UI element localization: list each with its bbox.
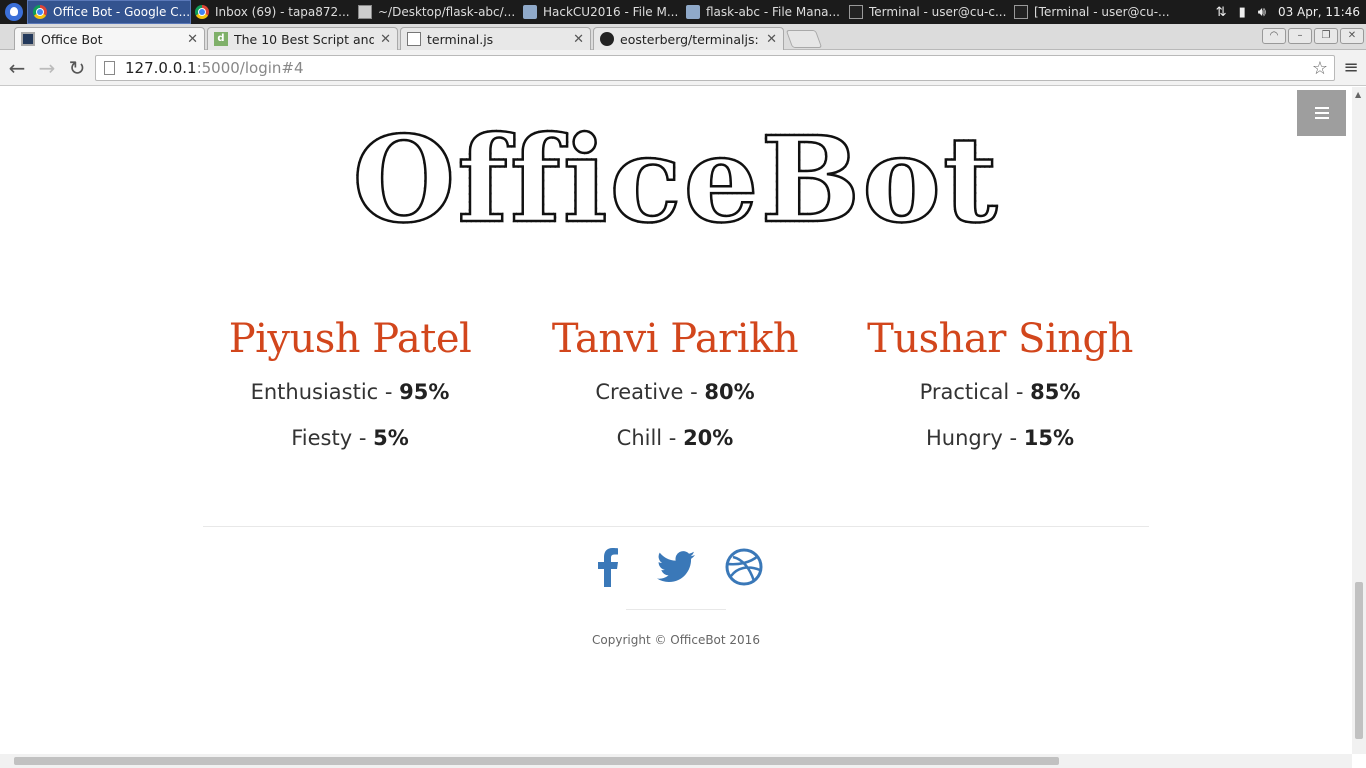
trait-line: Hungry - 15% (926, 426, 1074, 450)
terminal-icon (849, 5, 863, 19)
doc-favicon-icon (407, 32, 421, 46)
copyright-text: Copyright © OfficeBot 2016 (592, 633, 760, 647)
network-icon[interactable]: ⇅ (1216, 5, 1227, 20)
task-office-bot[interactable]: Office Bot - Google C... (27, 0, 191, 24)
start-menu-button[interactable] (0, 0, 28, 24)
url-path: :5000/login#4 (196, 59, 304, 77)
task-flask-folder[interactable]: flask-abc - File Mana... (681, 1, 844, 23)
back-arrow-icon: ← (8, 55, 26, 80)
tab-office-bot[interactable]: Office Bot ✕ (14, 27, 205, 50)
task-inbox[interactable]: Inbox (69) - tapa872... (190, 1, 353, 23)
page-viewport: OfficeBot Piyush Patel Enthusiastic - 95… (0, 87, 1352, 754)
vertical-scroll-thumb[interactable] (1355, 582, 1363, 739)
folder-icon (523, 5, 537, 19)
copyright-divider (626, 609, 726, 610)
browser-tabstrip: Office Bot✕ dThe 10 Best Script and H✕ t… (0, 24, 1366, 50)
trait-line: Fiesty - 5% (291, 426, 409, 450)
editor-icon (358, 5, 372, 19)
scroll-up-arrow-icon[interactable]: ▲ (1355, 90, 1361, 99)
team-member-name: Tushar Singh (867, 316, 1133, 362)
clock[interactable]: 03 Apr, 11:46 (1278, 5, 1360, 19)
bookmark-star-icon[interactable]: ☆ (1312, 58, 1328, 79)
close-tab-icon[interactable]: ✕ (380, 32, 391, 47)
footer-divider (203, 526, 1149, 527)
site-logo: OfficeBot (0, 105, 1352, 255)
user-icon[interactable]: ◠ (1262, 28, 1286, 44)
dribbble-icon[interactable] (725, 545, 763, 589)
close-tab-icon[interactable]: ✕ (766, 32, 777, 47)
tab-github-terminaljs[interactable]: eosterberg/terminaljs: t ✕ (593, 27, 784, 50)
d-favicon-icon: d (214, 32, 228, 46)
taskbar: Office Bot - Google C... Inbox (69) - ta… (0, 0, 1366, 24)
reload-icon: ↻ (68, 55, 86, 80)
trait-line: Chill - 20% (616, 426, 734, 450)
chrome-icon (195, 5, 209, 19)
window-controls: ◠ – ❐ ✕ (1262, 28, 1364, 44)
horizontal-scroll-thumb[interactable] (14, 757, 1059, 765)
forward-button[interactable]: → (32, 53, 62, 83)
trait-line: Enthusiastic - 95% (250, 380, 450, 404)
system-tray: ⇅ ▮ 🔊︎ 03 Apr, 11:46 (1216, 5, 1366, 20)
close-tab-icon[interactable]: ✕ (187, 32, 198, 47)
close-tab-icon[interactable]: ✕ (573, 32, 584, 47)
facebook-icon[interactable] (589, 545, 627, 589)
close-window-icon[interactable]: ✕ (1340, 28, 1364, 44)
team-member-name: Piyush Patel (228, 316, 472, 362)
tab-terminal-js[interactable]: terminal.js ✕ (400, 27, 591, 50)
page-icon (104, 61, 115, 75)
maximize-icon[interactable]: ❐ (1314, 28, 1338, 44)
url-host: 127.0.0.1 (125, 59, 197, 77)
address-bar[interactable]: 127.0.0.1:5000/login#4 ☆ (95, 55, 1335, 81)
minimize-icon[interactable]: – (1288, 28, 1312, 44)
browser-menu-icon[interactable]: ≡ (1340, 58, 1362, 78)
browser-toolbar: ← → ↻ 127.0.0.1:5000/login#4 ☆ ≡ (0, 50, 1366, 86)
team-member-card: Tanvi Parikh Creative - 80% Chill - 20% (515, 309, 835, 461)
forward-arrow-icon: → (38, 55, 56, 80)
battery-icon[interactable]: ▮ (1239, 5, 1246, 20)
task-terminal-1[interactable]: Terminal - user@cu-c... (844, 1, 1009, 23)
start-logo-icon (5, 3, 23, 21)
social-links (0, 545, 1352, 589)
team-member-card: Piyush Patel Enthusiastic - 95% Fiesty -… (190, 309, 510, 461)
task-hackcu-folder[interactable]: HackCU2016 - File M... (518, 1, 681, 23)
reload-button[interactable]: ↻ (62, 53, 92, 83)
task-terminal-2[interactable]: [Terminal - user@cu-... (1009, 1, 1169, 23)
team-member-card: Tushar Singh Practical - 85% Hungry - 15… (840, 309, 1160, 461)
horizontal-scrollbar[interactable] (0, 754, 1352, 768)
trait-line: Creative - 80% (595, 380, 755, 404)
task-editor[interactable]: ~/Desktop/flask-abc/... (353, 1, 518, 23)
vertical-scrollbar[interactable]: ▲ (1352, 87, 1366, 754)
volume-icon[interactable]: 🔊︎ (1258, 5, 1266, 20)
back-button[interactable]: ← (2, 53, 32, 83)
github-favicon-icon (600, 32, 614, 46)
terminal-favicon-icon (21, 32, 35, 46)
team-member-name: Tanvi Parikh (551, 316, 799, 362)
trait-line: Practical - 85% (919, 380, 1081, 404)
twitter-icon[interactable] (657, 545, 695, 589)
new-tab-button[interactable] (785, 30, 823, 48)
folder-icon (686, 5, 700, 19)
chrome-icon (33, 5, 47, 19)
terminal-icon (1014, 5, 1028, 19)
tab-best-script[interactable]: dThe 10 Best Script and H✕ (207, 27, 398, 50)
